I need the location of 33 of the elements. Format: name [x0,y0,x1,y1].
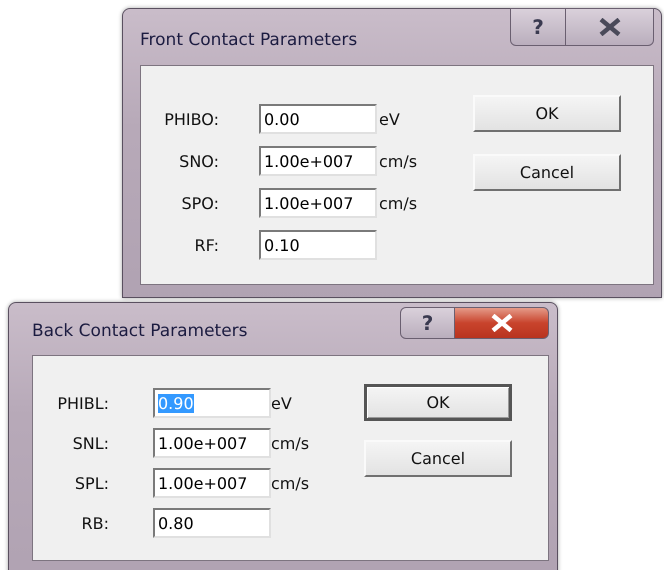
unit-label: eV [378,110,401,128]
field-label: SPO: [180,194,220,212]
field-label: SPL: [74,474,110,492]
window-title: Front Contact Parameters [140,29,358,50]
input-field[interactable]: 1.00e+007 [153,468,271,498]
field-label: SNL: [72,434,110,452]
unit-label: cm/s [378,194,418,212]
close-icon [596,18,622,36]
field-label: PHIBL: [56,394,110,412]
field-label: RF: [194,236,220,254]
input-field[interactable]: 1.00e+007 [259,146,377,176]
ok-button[interactable]: OK [364,384,512,421]
input-field[interactable]: 0.80 [153,508,271,538]
close-button[interactable] [455,307,549,339]
input-field[interactable]: 1.00e+007 [259,188,377,218]
field-label: PHIBO: [163,110,220,128]
close-icon [488,314,514,332]
field-label: RB: [80,514,110,532]
cancel-button[interactable]: Cancel [473,154,621,191]
cancel-button[interactable]: Cancel [364,440,512,477]
close-button[interactable] [566,8,654,46]
window-title: Back Contact Parameters [32,320,248,341]
input-field[interactable]: 0.00 [259,104,377,134]
unit-label: cm/s [270,434,310,452]
ok-button[interactable]: OK [473,95,621,132]
help-button[interactable]: ? [510,8,566,46]
unit-label: eV [270,394,293,412]
field-label: SNO: [178,152,220,170]
input-field[interactable]: 0.10 [259,230,377,260]
unit-label: cm/s [270,474,310,492]
input-field[interactable]: 1.00e+007 [153,428,271,458]
unit-label: cm/s [378,152,418,170]
help-button[interactable]: ? [400,307,455,339]
